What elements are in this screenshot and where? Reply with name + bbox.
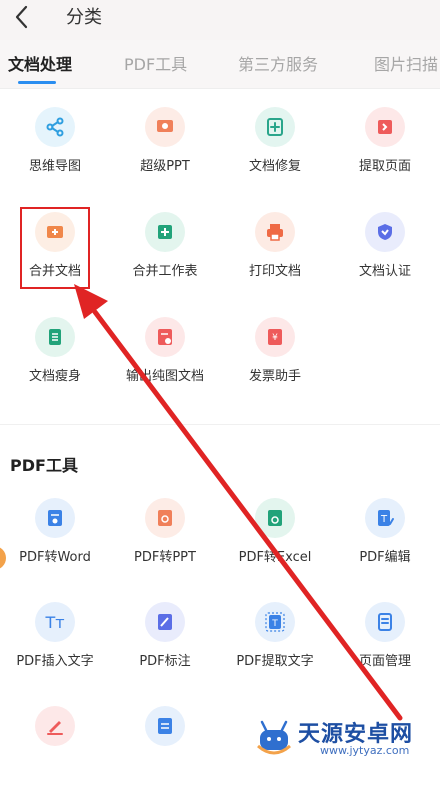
tool-annotate[interactable]: PDF标注 (110, 602, 220, 698)
tool-label: 提取页面 (358, 159, 411, 174)
watermark-logo-icon (257, 720, 291, 755)
tool-extract-text[interactable]: T PDF提取文字 (220, 602, 330, 698)
tool-label: PDF标注 (139, 654, 191, 669)
ppt-icon (145, 107, 185, 147)
tool-label: PDF转PPT (134, 550, 196, 565)
doc-repair-icon (255, 107, 295, 147)
tool-mind-map[interactable]: 思维导图 (0, 107, 110, 203)
pdf-to-ppt-icon (145, 498, 185, 538)
tab-third-party[interactable]: 第三方服务 (238, 51, 318, 75)
pdf-to-excel-icon (255, 498, 295, 538)
tool-label: PDF转Word (19, 550, 91, 565)
svg-text:T: T (380, 514, 388, 525)
tool-label: 发票助手 (248, 369, 301, 384)
tool-label: 打印文档 (248, 264, 301, 279)
tool-ppt[interactable]: 超级PPT (110, 107, 220, 203)
tool-label: 文档修复 (248, 159, 301, 174)
tool-pdf-compress[interactable] (110, 706, 220, 802)
insert-text-icon: Tт (35, 602, 75, 642)
highlight-box (20, 207, 90, 289)
watermark-url: www.jytyaz.com (320, 744, 410, 757)
extract-text-icon: T (255, 602, 295, 642)
tool-pdf-to-word[interactable]: PDF转Word (0, 498, 110, 594)
certify-shield-icon (365, 212, 405, 252)
tool-label: 超级PPT (140, 159, 190, 174)
svg-text:¥: ¥ (272, 333, 278, 343)
svg-text:T: T (271, 619, 278, 629)
app-header: 分类 (0, 0, 440, 40)
tool-pdf-to-excel[interactable]: PDF转Excel (220, 498, 330, 594)
tool-invoice[interactable]: ¥ 发票助手 (220, 317, 330, 413)
section-divider (0, 424, 440, 425)
tab-pdf-tools[interactable]: PDF工具 (124, 51, 187, 75)
tool-label: PDF转Excel (238, 550, 312, 565)
tool-page-manage[interactable]: 页面管理 (330, 602, 440, 698)
tool-insert-text[interactable]: Tт PDF插入文字 (0, 602, 110, 698)
tool-label: PDF提取文字 (236, 654, 314, 669)
tab-image-scan[interactable]: 图片扫描 (374, 51, 438, 75)
tool-doc-repair[interactable]: 文档修复 (220, 107, 330, 203)
mind-map-icon (35, 107, 75, 147)
tab-doc-processing[interactable]: 文档处理 (8, 51, 72, 75)
slim-doc-icon (35, 317, 75, 357)
tool-label: 合并工作表 (132, 264, 198, 279)
merge-sheet-icon (145, 212, 185, 252)
tool-label: 思维导图 (28, 159, 81, 174)
category-tabs: 文档处理 PDF工具 第三方服务 图片扫描 (0, 40, 440, 89)
tool-image-doc[interactable]: 输出纯图文档 (110, 317, 220, 413)
tool-label: 输出纯图文档 (125, 369, 204, 384)
tool-label: 文档认证 (358, 264, 411, 279)
tool-pdf-sign[interactable] (0, 706, 110, 802)
tool-pdf-edit[interactable]: T PDF编辑 (330, 498, 440, 594)
pdf-sign-icon (35, 706, 75, 746)
pdf-compress-icon (145, 706, 185, 746)
tool-certify-shield[interactable]: 文档认证 (330, 212, 440, 308)
page-manage-icon (365, 602, 405, 642)
page-title: 分类 (66, 7, 102, 28)
svg-text:Tт: Tт (45, 613, 65, 632)
tool-merge-sheet[interactable]: 合并工作表 (110, 212, 220, 308)
tool-label: 文档瘦身 (28, 369, 81, 384)
tool-extract-page[interactable]: 提取页面 (330, 107, 440, 203)
annotate-icon (145, 602, 185, 642)
pdf-to-word-icon (35, 498, 75, 538)
tool-pdf-to-ppt[interactable]: PDF转PPT (110, 498, 220, 594)
back-arrow-icon[interactable] (8, 2, 38, 32)
tool-label: PDF插入文字 (16, 654, 94, 669)
pdf-edit-icon: T (365, 498, 405, 538)
site-watermark: 天源安卓网 www.jytyaz.com (254, 716, 440, 760)
extract-page-icon (365, 107, 405, 147)
tool-slim-doc[interactable]: 文档瘦身 (0, 317, 110, 413)
invoice-icon: ¥ (255, 317, 295, 357)
print-icon (255, 212, 295, 252)
tool-label: 页面管理 (358, 654, 411, 669)
pdf-section-title: PDF工具 (10, 456, 78, 475)
image-doc-icon (145, 317, 185, 357)
tool-label: PDF编辑 (359, 550, 411, 565)
active-tab-indicator (18, 81, 56, 84)
tool-print[interactable]: 打印文档 (220, 212, 330, 308)
